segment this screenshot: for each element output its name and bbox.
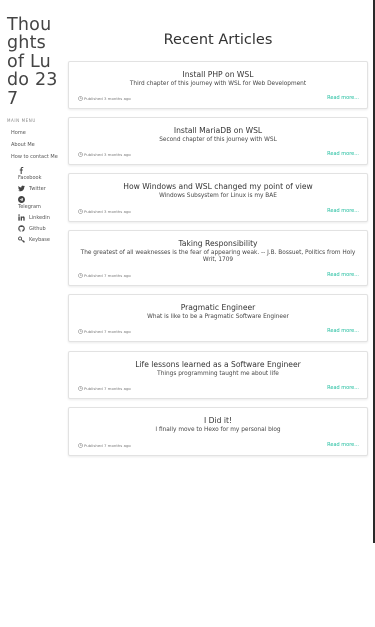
- published-text: Published 7 months ago: [84, 272, 131, 278]
- article-subtitle: Second chapter of this journey with WSL: [159, 137, 277, 143]
- article-card: Life lessons learned as a Software Engin…: [68, 351, 368, 399]
- article-card: Install MariaDB on WSL Second chapter of…: [68, 117, 368, 165]
- article-subtitle: What is like to be a Pragmatic Software …: [147, 314, 289, 320]
- social-label-facebook: Facebook: [18, 175, 42, 182]
- clock-icon: [78, 385, 83, 391]
- article-title[interactable]: Taking Responsibility: [69, 239, 367, 249]
- page-title: Recent Articles: [163, 32, 273, 48]
- published-info: Published 3 months ago: [78, 209, 131, 214]
- article-footer: Published 7 months ago Read more...: [78, 328, 359, 334]
- article-footer: Published 7 months ago Read more...: [78, 272, 359, 278]
- linkedin-icon: [18, 214, 25, 221]
- article-subtitle: I finally move to Hexo for my personal b…: [155, 427, 281, 433]
- main-menu: Home About Me How to contact Me: [7, 129, 59, 161]
- twitter-icon: [18, 185, 25, 192]
- nav-item-home[interactable]: Home: [11, 129, 59, 137]
- article-subtitle: Things programming taught me about life: [157, 371, 279, 377]
- published-text: Published 3 months ago: [84, 95, 131, 101]
- article-footer: Published 7 months ago Read more...: [78, 442, 359, 448]
- clock-icon: [78, 272, 83, 278]
- article-footer: Published 3 months ago Read more...: [78, 151, 359, 157]
- article-card: Install PHP on WSL Third chapter of this…: [68, 61, 368, 109]
- article-card: Pragmatic Engineer What is like to be a …: [68, 294, 368, 342]
- key-icon: [18, 236, 25, 243]
- published-info: Published 7 months ago: [78, 443, 131, 448]
- read-more-link[interactable]: Read more...: [327, 442, 359, 448]
- social-label-telegram: Telegram: [18, 204, 41, 211]
- published-text: Published 3 months ago: [84, 208, 131, 214]
- social-label-keybase: Keybase: [29, 236, 50, 243]
- read-more-link[interactable]: Read more...: [327, 95, 359, 101]
- clock-icon: [78, 442, 83, 448]
- social-link-twitter[interactable]: Twitter: [18, 185, 59, 192]
- social-link-telegram[interactable]: Telegram: [18, 196, 59, 210]
- social-link-keybase[interactable]: Keybase: [18, 236, 59, 243]
- sidebar: Thoughts of Ludo 237 MAIN MENU Home Abou…: [7, 16, 59, 247]
- social-link-github[interactable]: Github: [18, 225, 59, 232]
- published-info: Published 3 months ago: [78, 96, 131, 101]
- read-more-link[interactable]: Read more...: [327, 272, 359, 278]
- article-title[interactable]: Install MariaDB on WSL: [69, 126, 367, 136]
- article-title[interactable]: Life lessons learned as a Software Engin…: [69, 360, 367, 370]
- article-footer: Published 7 months ago Read more...: [78, 385, 359, 391]
- facebook-icon: [19, 167, 24, 175]
- telegram-icon: [18, 196, 25, 204]
- published-info: Published 7 months ago: [78, 273, 131, 278]
- site-title[interactable]: Thoughts of Ludo 237: [7, 16, 59, 108]
- article-title[interactable]: How Windows and WSL changed my point of …: [69, 182, 367, 192]
- read-more-link[interactable]: Read more...: [327, 385, 359, 391]
- published-info: Published 3 months ago: [78, 152, 131, 157]
- article-footer: Published 3 months ago Read more...: [78, 95, 359, 101]
- article-footer: Published 3 months ago Read more...: [78, 208, 359, 214]
- article-subtitle: Third chapter of this journey with WSL f…: [129, 81, 307, 87]
- published-text: Published 7 months ago: [84, 328, 131, 334]
- read-more-link[interactable]: Read more...: [327, 151, 359, 157]
- read-more-link[interactable]: Read more...: [327, 208, 359, 214]
- published-text: Published 7 months ago: [84, 442, 131, 448]
- clock-icon: [78, 151, 83, 157]
- nav-item-contact[interactable]: How to contact Me: [11, 153, 59, 161]
- article-title[interactable]: I Did it!: [69, 416, 367, 426]
- clock-icon: [78, 328, 83, 334]
- social-label-github: Github: [29, 225, 46, 232]
- social-label-twitter: Twitter: [29, 185, 46, 192]
- article-card: I Did it! I finally move to Hexo for my …: [68, 407, 368, 456]
- article-subtitle: The greatest of all weaknesses is the fe…: [80, 250, 356, 263]
- article-card: Taking Responsibility The greatest of al…: [68, 230, 368, 286]
- published-info: Published 7 months ago: [78, 386, 131, 391]
- read-more-link[interactable]: Read more...: [327, 328, 359, 334]
- article-card: How Windows and WSL changed my point of …: [68, 173, 368, 222]
- main-menu-heading: MAIN MENU: [7, 118, 36, 124]
- social-link-linkedin[interactable]: Linkedin: [18, 214, 59, 221]
- clock-icon: [78, 208, 83, 214]
- clock-icon: [78, 95, 83, 101]
- article-title[interactable]: Install PHP on WSL: [69, 70, 367, 80]
- github-icon: [18, 225, 25, 232]
- social-label-linkedin: Linkedin: [29, 214, 50, 221]
- social-link-facebook[interactable]: Facebook: [18, 167, 59, 181]
- published-info: Published 7 months ago: [78, 329, 131, 334]
- article-title[interactable]: Pragmatic Engineer: [69, 303, 367, 313]
- published-text: Published 3 months ago: [84, 151, 131, 157]
- article-subtitle: Windows Subsystem for Linux is my BAE: [159, 193, 277, 199]
- published-text: Published 7 months ago: [84, 385, 131, 391]
- nav-item-about[interactable]: About Me: [11, 141, 59, 149]
- social-links: Facebook Twitter Telegram Linkedin Githu…: [7, 167, 59, 243]
